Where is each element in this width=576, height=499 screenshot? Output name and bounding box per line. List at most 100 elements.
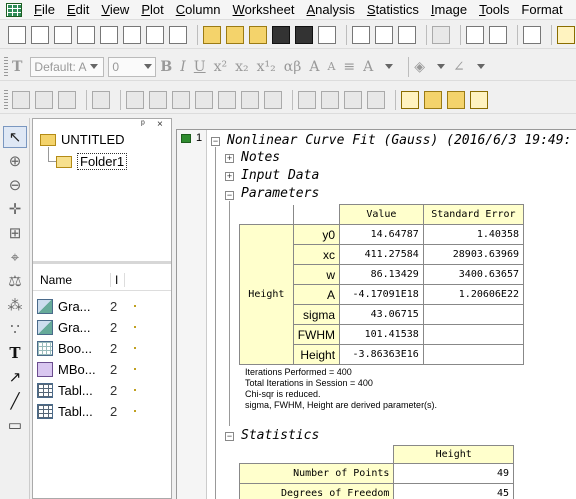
clock-icon[interactable] xyxy=(344,90,362,109)
menu-item[interactable]: File xyxy=(28,2,61,17)
zoom-in-icon[interactable]: ⊕ xyxy=(3,150,27,172)
parameter-value[interactable]: 86.13429 xyxy=(339,264,424,285)
data-selector-icon[interactable]: ⊞ xyxy=(3,222,27,244)
arrow-tool-icon[interactable]: ↗ xyxy=(3,366,27,388)
subscript-icon[interactable]: x₂ xyxy=(235,59,249,75)
axis-none-icon[interactable] xyxy=(241,90,259,109)
section-notes[interactable]: Notes xyxy=(241,150,280,165)
grid-icon[interactable] xyxy=(92,90,110,109)
chevron-down-icon[interactable] xyxy=(385,64,394,69)
lock-icon[interactable] xyxy=(181,134,191,143)
fill-color-icon[interactable]: ◈ xyxy=(414,59,425,75)
pin-icon[interactable]: ᵖ xyxy=(141,119,145,130)
parameter-error[interactable]: 3400.63657 xyxy=(422,264,525,285)
mask-icon[interactable]: ⁂ xyxy=(3,294,27,316)
axis-bottom-icon[interactable] xyxy=(149,90,167,109)
greek-icon[interactable]: αβ xyxy=(284,59,302,75)
statistic-value[interactable]: 45 xyxy=(393,483,514,499)
axis-box-icon[interactable] xyxy=(172,90,190,109)
column-name-header[interactable]: Name xyxy=(33,272,111,287)
worksheet-app-icon[interactable] xyxy=(6,2,22,17)
expand-input-icon[interactable]: + xyxy=(225,172,234,181)
table-icon[interactable] xyxy=(367,90,385,109)
font-color-icon[interactable]: A xyxy=(363,59,373,75)
brush-icon[interactable] xyxy=(470,90,488,109)
parameter-error[interactable]: 1.40358 xyxy=(422,224,525,245)
zoom-out-icon[interactable]: ⊖ xyxy=(3,174,27,196)
screen-reader-icon[interactable]: ✛ xyxy=(3,198,27,220)
explorer-list-item[interactable]: Boo... 2 xyxy=(37,338,136,358)
underline-icon[interactable]: U xyxy=(194,59,206,75)
draw-data-icon[interactable]: ∵ xyxy=(3,318,27,340)
parameter-error[interactable]: 1.20606E22 xyxy=(422,284,525,305)
tree-root-folder[interactable]: UNTITLED xyxy=(40,132,125,147)
scale-icon[interactable]: ⚖ xyxy=(3,270,27,292)
axis-all-icon[interactable] xyxy=(264,90,282,109)
expand-notes-icon[interactable]: + xyxy=(225,154,234,163)
section-input-data[interactable]: Input Data xyxy=(241,168,319,183)
menu-item[interactable]: Format xyxy=(515,2,568,17)
explorer-list-item[interactable]: Gra... 2 xyxy=(37,317,136,337)
parameter-value[interactable]: 411.27584 xyxy=(339,244,424,265)
parameter-value[interactable]: 43.06715 xyxy=(339,304,424,325)
menu-item[interactable]: View xyxy=(95,2,135,17)
parameter-error[interactable]: 28903.63969 xyxy=(422,244,525,265)
section-parameters[interactable]: Parameters xyxy=(241,186,319,201)
import-wizard-icon[interactable] xyxy=(398,25,416,44)
new-layout-icon[interactable] xyxy=(146,25,164,44)
layer-merge-icon[interactable] xyxy=(447,90,465,109)
menu-item[interactable]: Image xyxy=(425,2,473,17)
results-log-icon[interactable] xyxy=(489,25,507,44)
explorer-list-item[interactable]: Tabl... 2 xyxy=(37,401,136,421)
parameter-value[interactable]: 14.64787 xyxy=(339,224,424,245)
collapse-report-icon[interactable]: − xyxy=(211,137,220,146)
new-notes-icon[interactable] xyxy=(169,25,187,44)
line-color-icon[interactable]: ∠ xyxy=(453,59,465,75)
new-project-icon[interactable] xyxy=(8,25,26,44)
arrange-layers-icon[interactable] xyxy=(298,90,316,109)
new-worksheet-icon[interactable] xyxy=(54,25,72,44)
parameter-error[interactable] xyxy=(422,344,525,365)
align-icon[interactable]: ≡ xyxy=(343,59,355,75)
add-text-icon[interactable] xyxy=(58,90,76,109)
save-window-icon[interactable] xyxy=(295,25,313,44)
supersubscript-icon[interactable]: x¹₂ xyxy=(257,59,276,75)
font-name-select[interactable]: Default: A xyxy=(30,56,105,77)
chevron-down-icon[interactable] xyxy=(476,64,485,69)
menu-item[interactable]: Analysis xyxy=(300,2,360,17)
toolbar-grip[interactable] xyxy=(4,89,8,110)
axis-top-icon[interactable] xyxy=(195,90,213,109)
import-multiple-icon[interactable] xyxy=(375,25,393,44)
project-explorer-icon[interactable] xyxy=(523,25,541,44)
parameter-error[interactable] xyxy=(422,304,525,325)
rescale-icon[interactable] xyxy=(12,90,30,109)
collapse-parameters-icon[interactable]: − xyxy=(225,191,234,200)
zoom-icon[interactable] xyxy=(35,90,53,109)
superscript-icon[interactable]: x² xyxy=(214,59,228,75)
code-builder-icon[interactable] xyxy=(466,25,484,44)
close-icon[interactable]: × xyxy=(157,119,163,130)
text-tool-icon[interactable]: T xyxy=(12,59,22,75)
explorer-list-item[interactable]: MBo... 2 xyxy=(37,359,136,379)
parameter-value[interactable]: -4.17091E18 xyxy=(339,284,424,305)
layer-icon[interactable] xyxy=(424,90,442,109)
pointer-icon[interactable]: ↖ xyxy=(3,126,27,148)
open-icon[interactable] xyxy=(203,25,221,44)
parameter-value[interactable]: 101.41538 xyxy=(339,324,424,345)
menu-item[interactable]: Statistics xyxy=(361,2,425,17)
add-layer-icon[interactable] xyxy=(321,90,339,109)
menu-item[interactable]: Tools xyxy=(473,2,515,17)
explorer-list-item[interactable]: Gra... 2 xyxy=(37,296,136,316)
new-matrix-icon[interactable] xyxy=(100,25,118,44)
column-n-header[interactable]: I xyxy=(111,272,125,287)
increase-font-icon[interactable]: A xyxy=(309,59,319,75)
explorer-list-item[interactable]: Tabl... 2 xyxy=(37,380,136,400)
zoom-window-icon[interactable] xyxy=(557,25,575,44)
data-reader-icon[interactable]: ⌖ xyxy=(3,246,27,268)
collapse-statistics-icon[interactable]: − xyxy=(225,432,234,441)
parameter-value[interactable]: -3.86363E16 xyxy=(339,344,424,365)
print-icon[interactable] xyxy=(432,25,450,44)
parameter-error[interactable] xyxy=(422,324,525,345)
menu-item[interactable]: Worksheet xyxy=(227,2,301,17)
new-function-icon[interactable] xyxy=(123,25,141,44)
